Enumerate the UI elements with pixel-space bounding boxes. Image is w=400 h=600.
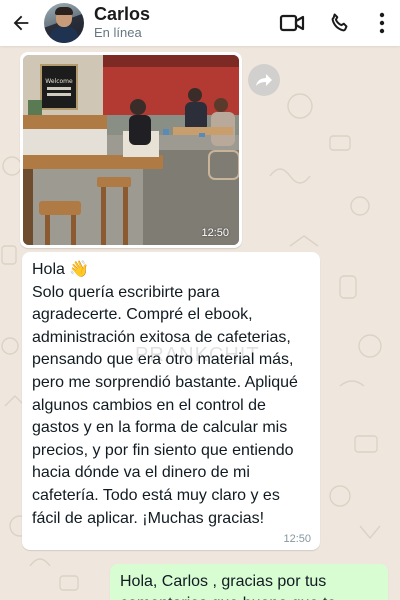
chat-area[interactable]: Welcome 12:50 Hola 👋 Solo quería escribi… <box>0 46 400 600</box>
voice-call-button[interactable] <box>316 0 364 46</box>
forward-arrow-icon <box>256 74 272 86</box>
message-time: 12:50 <box>201 227 229 239</box>
phone-icon <box>331 13 348 32</box>
cafe-photo-graphic: Welcome <box>23 55 239 245</box>
more-vertical-icon <box>379 12 385 34</box>
message-text: Hola, Carlos , gracias por tus comentari… <box>120 573 336 600</box>
back-button[interactable] <box>0 0 42 46</box>
arrow-left-icon <box>13 15 29 31</box>
menu-button[interactable] <box>364 0 400 46</box>
image-message[interactable]: Welcome 12:50 <box>20 52 242 248</box>
outgoing-message[interactable]: Hola, Carlos , gracias por tus comentari… <box>110 564 388 600</box>
contact-info[interactable]: Carlos En línea <box>94 4 150 42</box>
avatar[interactable] <box>44 3 84 43</box>
cafe-photo[interactable]: Welcome 12:50 <box>23 55 239 245</box>
video-call-button[interactable] <box>268 0 316 46</box>
chat-header: Carlos En línea <box>0 0 400 46</box>
contact-status: En línea <box>94 25 142 40</box>
photo-sign-text: Welcome <box>45 78 73 85</box>
forward-button[interactable] <box>248 64 280 96</box>
header-actions <box>268 0 400 46</box>
message-time: 12:50 <box>283 533 311 545</box>
incoming-message[interactable]: Hola 👋 Solo quería escribirte para agrad… <box>22 252 320 550</box>
video-camera-icon <box>279 14 305 32</box>
contact-name: Carlos <box>94 4 151 24</box>
message-text: Hola 👋 Solo quería escribirte para agrad… <box>32 261 298 527</box>
